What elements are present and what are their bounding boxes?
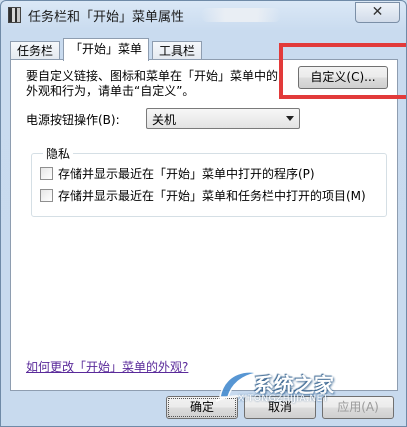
start-menu-panel: 要自定义链接、图标和菜单在「开始」菜单中的外观和行为，请单击“自定义”。 自定义… <box>10 43 406 391</box>
site-watermark: 系统之家 XITONGZHIJIA.NET <box>214 361 384 411</box>
store-recent-programs-checkbox[interactable] <box>40 167 53 180</box>
privacy-group: 隐私 存储并显示最近在「开始」菜单中打开的程序(P) 存储并显示最近在「开始」菜… <box>31 145 387 217</box>
tab-toolbars[interactable]: 工具栏 <box>152 41 203 60</box>
close-icon: ✕ <box>371 4 384 20</box>
power-button-label: 电源按钮操作(B): <box>26 113 120 127</box>
power-button-select[interactable]: 关机 <box>146 108 300 129</box>
customize-description: 要自定义链接、图标和菜单在「开始」菜单中的外观和行为，请单击“自定义”。 <box>26 69 279 98</box>
title-blur-overlay <box>201 8 281 22</box>
title-bar[interactable]: 任务栏和「开始」菜单属性 ✕ <box>1 1 406 29</box>
store-recent-programs-label: 存储并显示最近在「开始」菜单中打开的程序(P) <box>58 167 315 181</box>
store-recent-items-label: 存储并显示最近在「开始」菜单和任务栏中打开的项目(M) <box>58 189 366 203</box>
store-recent-items-option[interactable]: 存储并显示最近在「开始」菜单和任务栏中打开的项目(M) <box>40 189 366 203</box>
privacy-group-title: 隐私 <box>43 145 74 162</box>
store-recent-items-checkbox[interactable] <box>40 189 53 202</box>
store-recent-programs-option[interactable]: 存储并显示最近在「开始」菜单中打开的程序(P) <box>40 167 315 181</box>
dialog-window: 任务栏和「开始」菜单属性 ✕ 任务栏 「开始」菜单 工具栏 要自定义链接、图标和… <box>0 0 407 427</box>
start-menu-help-link[interactable]: 如何更改「开始」菜单的外观? <box>26 358 188 375</box>
window-title: 任务栏和「开始」菜单属性 <box>28 10 185 25</box>
power-button-value: 关机 <box>152 113 177 127</box>
customize-button[interactable]: 自定义(C)... <box>298 66 388 89</box>
customize-button-label: 自定义(C)... <box>310 70 376 84</box>
close-button[interactable]: ✕ <box>355 2 400 23</box>
tab-start-menu[interactable]: 「开始」菜单 <box>63 38 150 61</box>
tab-taskbar[interactable]: 任务栏 <box>10 41 61 60</box>
chevron-down-icon <box>286 116 294 121</box>
taskbar-properties-icon <box>8 7 21 23</box>
watermark-url: XITONGZHIJIA.NET <box>238 394 329 404</box>
